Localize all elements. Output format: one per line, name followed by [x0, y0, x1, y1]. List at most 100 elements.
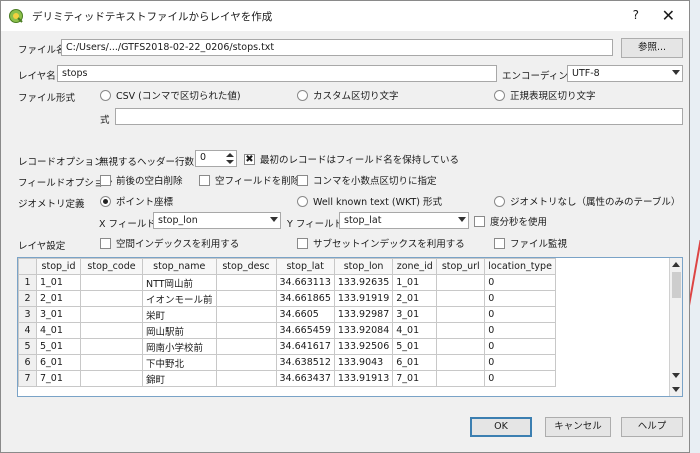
encoding-select[interactable]: UTF-8: [567, 65, 683, 82]
column-header[interactable]: location_type: [484, 258, 556, 275]
table-cell: 0: [484, 338, 556, 355]
table-cell: [436, 306, 486, 323]
row-number[interactable]: 1: [18, 274, 37, 291]
file-name-field[interactable]: C:/Users/.../GTFS2018-02-22_0206/stops.t…: [61, 39, 613, 56]
row-number[interactable]: 5: [18, 338, 37, 355]
column-header[interactable]: stop_id: [36, 258, 81, 275]
first-row-names-checkbox[interactable]: ✖ 最初のレコードはフィールド名を保持している: [244, 152, 459, 166]
table-cell: [436, 370, 486, 387]
table-cell: 0: [484, 306, 556, 323]
column-header[interactable]: zone_id: [392, 258, 438, 275]
table-row[interactable]: 6 6_01 下中野北 34.638512 133.9043 6_01 0: [18, 354, 556, 371]
table-cell: 岡山駅前: [142, 322, 217, 339]
table-cell: 5_01: [392, 338, 438, 355]
table-row[interactable]: 2 2_01 イオンモール前 34.661865 133.91919 2_01 0: [18, 290, 556, 307]
scroll-up-icon[interactable]: [672, 262, 680, 267]
watch-file-checkbox[interactable]: ファイル監視: [494, 236, 567, 250]
chevron-down-icon: [672, 70, 680, 75]
row-number[interactable]: 3: [18, 306, 37, 323]
radio-csv-label: CSV (コンマで区切られた値): [116, 91, 241, 102]
column-header[interactable]: stop_url: [436, 258, 486, 275]
table-cell: 34.665459: [275, 322, 335, 339]
radio-custom-label: カスタム区切り文字: [313, 91, 399, 102]
scroll-thumb[interactable]: [672, 272, 681, 298]
chevron-down-icon: [458, 217, 466, 222]
row-number[interactable]: 7: [18, 370, 37, 387]
table-cell: 34.661865: [275, 290, 335, 307]
table-corner: [18, 258, 37, 275]
browse-button[interactable]: 参照...: [621, 38, 683, 58]
spin-up-icon[interactable]: [225, 152, 235, 159]
column-header[interactable]: stop_name: [142, 258, 217, 275]
sample-data-table[interactable]: stop_id stop_code stop_name stop_desc stop_l…: [17, 257, 683, 397]
table-cell: [436, 338, 486, 355]
ok-button[interactable]: OK: [470, 417, 532, 437]
table-cell: [436, 322, 486, 339]
table-cell: [436, 290, 486, 307]
table-cell: [215, 322, 277, 339]
data-grid: stop_id stop_code stop_name stop_desc stop_l…: [18, 258, 556, 387]
row-number[interactable]: 6: [18, 354, 37, 371]
scroll-end-icon[interactable]: [672, 387, 680, 392]
help-button[interactable]: ヘルプ: [621, 417, 683, 437]
table-row[interactable]: 7 7_01 錦町 34.663437 133.91913 7_01 0: [18, 370, 556, 387]
layer-settings-label: レイヤ設定: [18, 241, 66, 252]
close-icon[interactable]: ✕: [662, 6, 675, 25]
table-header-row: stop_id stop_code stop_name stop_desc stop_l…: [18, 258, 556, 275]
table-row[interactable]: 5 5_01 岡南小学校前 34.641617 133.92506 5_01 0: [18, 338, 556, 355]
radio-point-coordinates[interactable]: ポイント座標: [100, 194, 173, 208]
column-header[interactable]: stop_desc: [215, 258, 277, 275]
trim-fields-label: 前後の空白削除: [116, 176, 183, 187]
help-icon[interactable]: ?: [633, 8, 639, 22]
dialog-title: デリミティッドテキストファイルからレイヤを作成: [32, 10, 273, 23]
expression-field[interactable]: [115, 108, 683, 125]
subset-index-checkbox[interactable]: サブセットインデックスを利用する: [297, 236, 465, 250]
table-cell: 2_01: [392, 290, 438, 307]
radio-wkt[interactable]: Well known text (WKT) 形式: [297, 194, 442, 208]
skip-header-label: 無視するヘッダー行数: [99, 157, 195, 168]
table-cell: 0: [484, 354, 556, 371]
table-cell: 2_01: [36, 290, 81, 307]
table-cell: 0: [484, 322, 556, 339]
row-number[interactable]: 2: [18, 290, 37, 307]
radio-no-geometry-label: ジオメトリなし（属性のみのテーブル）: [510, 197, 681, 208]
table-row[interactable]: 3 3_01 栄町 34.6605 133.92987 3_01 0: [18, 306, 556, 323]
table-cell: [436, 354, 486, 371]
table-row[interactable]: 4 4_01 岡山駅前 34.665459 133.92084 4_01 0: [18, 322, 556, 339]
table-cell: [215, 290, 277, 307]
comma-decimal-checkbox[interactable]: コンマを小数点区切りに指定: [297, 173, 437, 187]
radio-no-geometry[interactable]: ジオメトリなし（属性のみのテーブル）: [494, 194, 680, 208]
dms-checkbox[interactable]: 度分秒を使用: [474, 214, 547, 228]
table-cell: 34.6605: [275, 306, 335, 323]
table-row[interactable]: 1 1_01 NTT岡山前 34.663113 133.92635 1_01 0: [18, 274, 556, 291]
scroll-down-icon[interactable]: [672, 373, 680, 378]
layer-name-field[interactable]: stops: [57, 65, 497, 82]
x-field-select[interactable]: stop_lon: [153, 212, 281, 229]
radio-circle: [494, 89, 505, 101]
row-number[interactable]: 4: [18, 322, 37, 339]
table-cell: NTT岡山前: [142, 274, 217, 291]
radio-csv[interactable]: CSV (コンマで区切られた値): [100, 88, 241, 102]
cancel-button[interactable]: キャンセル: [545, 417, 611, 437]
checkbox-box: [199, 174, 210, 186]
table-cell: 1_01: [36, 274, 81, 291]
comma-decimal-label: コンマを小数点区切りに指定: [313, 176, 437, 187]
trim-fields-checkbox[interactable]: 前後の空白削除: [100, 173, 183, 187]
column-header[interactable]: stop_code: [80, 258, 143, 275]
discard-empty-checkbox[interactable]: 空フィールドを削除: [199, 173, 300, 187]
table-cell: [215, 370, 277, 387]
skip-header-spinbox[interactable]: 0: [195, 150, 237, 167]
y-field-select[interactable]: stop_lat: [339, 212, 469, 229]
table-cell: 7_01: [36, 370, 81, 387]
vertical-scrollbar[interactable]: [669, 258, 682, 396]
table-cell: [80, 290, 143, 307]
spatial-index-checkbox[interactable]: 空間インデックスを利用する: [100, 236, 239, 250]
table-cell: [80, 274, 143, 291]
chevron-down-icon: [270, 217, 278, 222]
radio-custom-delimiter[interactable]: カスタム区切り文字: [297, 88, 399, 102]
radio-regex[interactable]: 正規表現区切り文字: [494, 88, 596, 102]
column-header[interactable]: stop_lat: [275, 258, 335, 275]
column-header[interactable]: stop_lon: [333, 258, 394, 275]
spin-down-icon[interactable]: [225, 159, 235, 166]
table-cell: 4_01: [36, 322, 81, 339]
